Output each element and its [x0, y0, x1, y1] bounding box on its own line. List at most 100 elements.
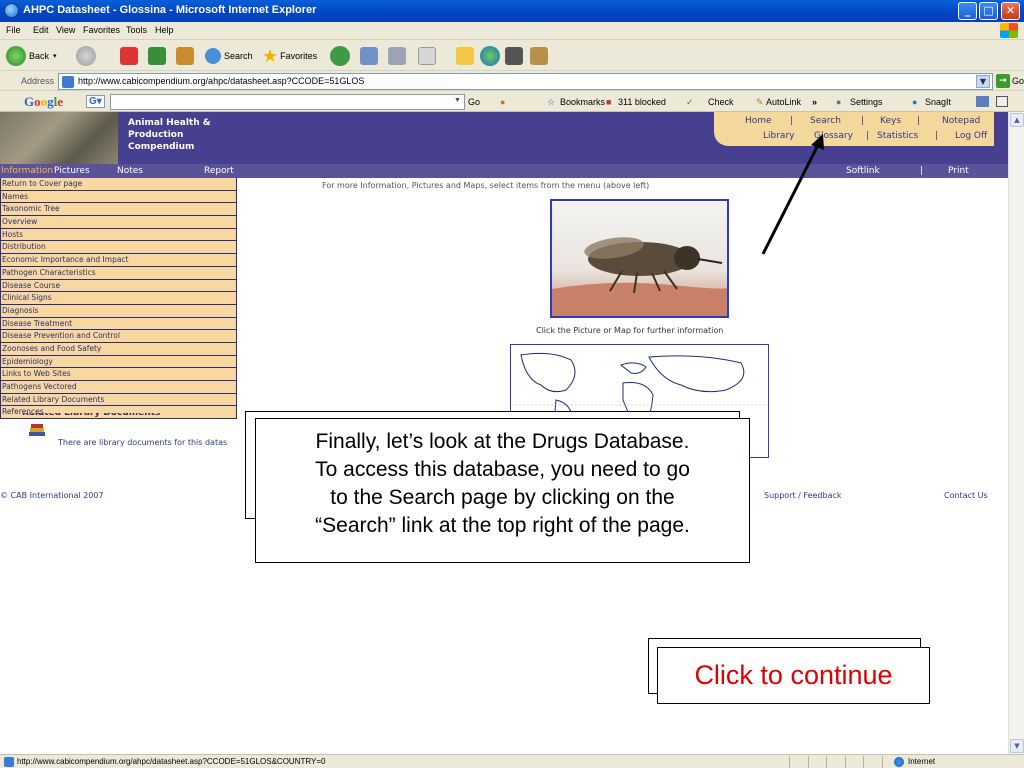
- print-button[interactable]: [388, 45, 406, 67]
- callout-line-1: Finally, let’s look at the Drugs Databas…: [315, 430, 690, 453]
- scroll-up-icon[interactable]: ▲: [1010, 113, 1024, 127]
- status-url: http://www.cabicompendium.org/ahpc/datas…: [17, 757, 326, 766]
- nav-separator: |: [861, 116, 865, 126]
- nav-notepad[interactable]: Notepad: [942, 116, 980, 126]
- tab-pictures[interactable]: Pictures: [54, 166, 90, 176]
- chevron-down-icon[interactable]: ▼: [454, 97, 461, 104]
- autolink-button[interactable]: AutoLink: [766, 97, 801, 107]
- glossina-picture[interactable]: [550, 199, 729, 318]
- search-button[interactable]: Search: [205, 45, 253, 67]
- snagit-button[interactable]: SnagIt: [925, 97, 951, 107]
- windows-logo-icon: [1000, 23, 1018, 38]
- menu-tools[interactable]: Tools: [126, 25, 147, 35]
- tab-information[interactable]: Information: [1, 166, 53, 176]
- check-button[interactable]: Check: [708, 97, 734, 107]
- menu-item-pathogens-vectored[interactable]: Pathogens Vectored: [0, 381, 237, 394]
- site-brand[interactable]: Animal Health & Production Compendium: [128, 117, 228, 153]
- nav-separator: |: [790, 116, 794, 126]
- menu-item-clinical-signs[interactable]: Clinical Signs: [0, 292, 237, 305]
- nav-library[interactable]: Library: [763, 131, 794, 141]
- menu-item-links[interactable]: Links to Web Sites: [0, 368, 237, 381]
- history-icon: [330, 46, 350, 66]
- messenger-button[interactable]: [480, 45, 503, 67]
- support-link[interactable]: Support / Feedback: [764, 491, 842, 500]
- continue-button[interactable]: Click to continue: [657, 647, 930, 704]
- back-label: Back: [29, 51, 50, 61]
- menu-item-names[interactable]: Names: [0, 190, 237, 204]
- history-button[interactable]: [330, 45, 353, 67]
- stop-button[interactable]: [120, 45, 138, 67]
- more-chevron-icon[interactable]: »: [812, 97, 817, 107]
- menu-favorites[interactable]: Favorites: [83, 25, 120, 35]
- edit-button[interactable]: [418, 45, 436, 67]
- home-button[interactable]: [176, 45, 194, 67]
- forward-button[interactable]: [76, 45, 99, 67]
- internet-zone-icon: [894, 757, 904, 767]
- google-search-input[interactable]: [110, 94, 465, 110]
- scroll-down-icon[interactable]: ▼: [1010, 739, 1024, 753]
- menu-item-pathogen-characteristics[interactable]: Pathogen Characteristics: [0, 266, 237, 280]
- nav-home[interactable]: Home: [745, 116, 772, 126]
- tab-notes[interactable]: Notes: [117, 166, 143, 176]
- bookmarks-button[interactable]: Bookmarks: [560, 97, 605, 107]
- menu-item-diagnosis[interactable]: Diagnosis: [0, 304, 237, 318]
- tab-print[interactable]: Print: [948, 166, 969, 176]
- favorites-button[interactable]: ★ Favorites: [262, 45, 317, 67]
- menu-item-cover[interactable]: Return to Cover page: [0, 178, 237, 191]
- nav-statistics[interactable]: Statistics: [877, 131, 918, 141]
- site-tab-bar: Information Pictures Notes Report Softli…: [0, 164, 1008, 178]
- window-icon[interactable]: [996, 96, 1008, 107]
- go-button[interactable]: Go: [1012, 76, 1024, 86]
- menu-item-related-library[interactable]: Related Library Documents: [0, 393, 237, 407]
- k-button[interactable]: [505, 45, 523, 67]
- menu-item-hosts[interactable]: Hosts: [0, 228, 237, 242]
- close-button[interactable]: ✕: [1001, 2, 1020, 20]
- menu-item-distribution[interactable]: Distribution: [0, 241, 237, 255]
- favorites-label: Favorites: [280, 51, 318, 61]
- vertical-scrollbar[interactable]: ▲ ▼: [1008, 112, 1024, 754]
- refresh-button[interactable]: [148, 45, 166, 67]
- menu-item-zoonoses[interactable]: Zoonoses and Food Safety: [0, 342, 237, 356]
- mail-button[interactable]: [360, 45, 378, 67]
- menu-view[interactable]: View: [56, 25, 75, 35]
- menu-item-disease-course[interactable]: Disease Course: [0, 279, 237, 293]
- nav-keys[interactable]: Keys: [880, 116, 901, 126]
- menu-edit[interactable]: Edit: [33, 25, 49, 35]
- nav-logoff[interactable]: Log Off: [955, 131, 987, 141]
- menu-item-disease-treatment[interactable]: Disease Treatment: [0, 317, 237, 331]
- google-menu-button[interactable]: G▾: [86, 95, 105, 108]
- google-logo[interactable]: Google: [24, 94, 63, 110]
- status-divider: [789, 756, 790, 768]
- address-input[interactable]: http://www.cabicompendium.org/ahpc/datas…: [58, 73, 993, 90]
- contact-link[interactable]: Contact Us: [944, 491, 988, 500]
- window-title: AHPC Datasheet - Glossina - Microsoft In…: [23, 4, 317, 16]
- tab-softlink[interactable]: Softlink: [846, 166, 880, 176]
- folder-button[interactable]: [456, 45, 474, 67]
- menu-item-epidemiology[interactable]: Epidemiology: [0, 355, 237, 369]
- nav-glossary[interactable]: Glossary: [814, 131, 853, 141]
- go-arrow-icon[interactable]: →: [996, 74, 1010, 88]
- library-documents-link[interactable]: There are library documents for this dat…: [58, 438, 227, 447]
- nav-search[interactable]: Search: [810, 116, 841, 126]
- menu-item-taxonomic-tree[interactable]: Taxonomic Tree: [0, 203, 237, 217]
- minimize-button[interactable]: _: [958, 2, 977, 20]
- status-divider: [882, 756, 883, 768]
- menu-item-disease-prevention[interactable]: Disease Prevention and Control: [0, 330, 237, 343]
- capture-icon[interactable]: [976, 96, 989, 107]
- menu-item-overview[interactable]: Overview: [0, 216, 237, 229]
- google-go-button[interactable]: Go: [468, 97, 480, 107]
- menu-item-economic-importance[interactable]: Economic Importance and Impact: [0, 254, 237, 267]
- research-button[interactable]: [530, 45, 548, 67]
- settings-button[interactable]: Settings: [850, 97, 883, 107]
- back-button[interactable]: Back ▾: [6, 45, 57, 67]
- menu-file[interactable]: File: [6, 25, 21, 35]
- maximize-button[interactable]: □: [979, 2, 998, 20]
- search-icon: [205, 48, 221, 64]
- nav-separator: |: [866, 131, 870, 141]
- site-header: Animal Health & Production Compendium Ho…: [0, 112, 1008, 164]
- menu-help[interactable]: Help: [155, 25, 174, 35]
- tab-report[interactable]: Report: [204, 166, 234, 176]
- chevron-down-icon[interactable]: ▼: [976, 75, 990, 88]
- star-icon: ★: [262, 45, 279, 66]
- popups-blocked[interactable]: 311 blocked: [618, 97, 666, 107]
